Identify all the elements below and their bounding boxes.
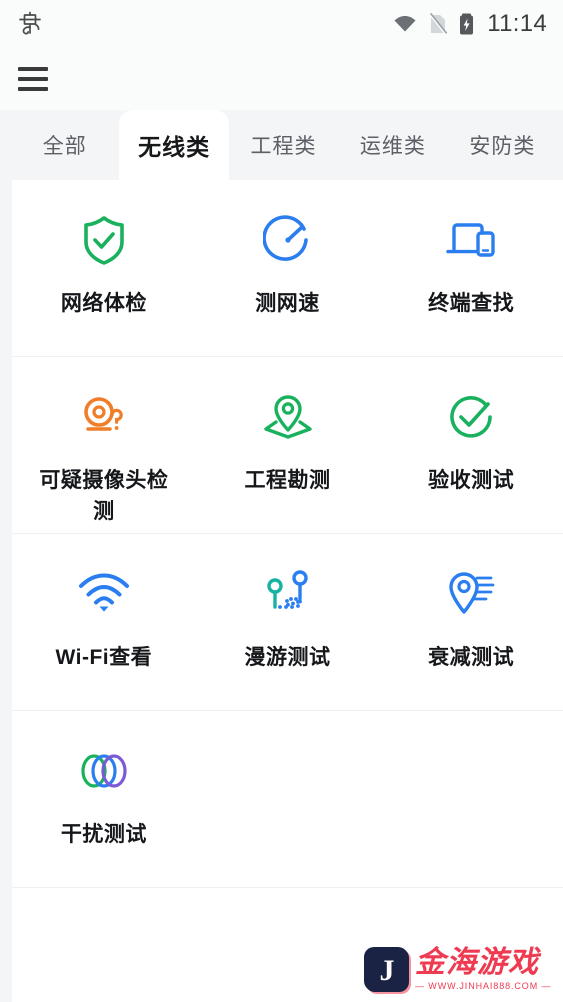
feature-label: 终端查找 <box>428 292 515 315</box>
grid-row: Wi-Fi查看 漫游测试 衰减测试 <box>12 534 563 711</box>
sim-card-off-icon <box>429 12 448 35</box>
roaming-pins-icon <box>260 568 316 620</box>
feature-label: 衰减测试 <box>428 646 515 669</box>
feature-label: 漫游测试 <box>244 646 331 669</box>
app-bar <box>0 48 563 110</box>
feature-roaming-test[interactable]: 漫游测试 <box>196 534 380 710</box>
tab-all[interactable]: 全部 <box>10 110 119 180</box>
status-time: 11:14 <box>487 10 547 37</box>
grid-row: 干扰测试 <box>12 711 563 888</box>
feature-label: 干扰测试 <box>60 823 147 846</box>
grid-row: 网络体检 测网速 终端查找 <box>12 180 563 357</box>
bug-glyph-icon <box>19 11 41 35</box>
grid-row: 可疑摄像头检测 工程勘测 验收测试 <box>12 357 563 534</box>
three-rings-icon <box>76 745 132 797</box>
feature-network-checkup[interactable]: 网络体检 <box>12 180 196 356</box>
watermark-url: — WWW.JINHAI888.COM — <box>415 981 552 991</box>
pin-attenuation-icon <box>443 568 499 620</box>
status-bar: 11:14 <box>0 0 563 48</box>
feature-engineering-survey[interactable]: 工程勘测 <box>196 357 380 533</box>
feature-label: 网络体检 <box>60 292 147 315</box>
phone-screen: 11:14 全部 无线类 工程类 运维类 安防类 网络体检 测网速 终端查找 可… <box>0 0 563 1002</box>
hamburger-menu-icon[interactable] <box>18 67 48 91</box>
grid-cell-empty <box>379 711 563 887</box>
tab-operations[interactable]: 运维类 <box>338 110 447 180</box>
circle-check-icon <box>443 391 499 443</box>
category-tabbar: 全部 无线类 工程类 运维类 安防类 <box>0 110 563 180</box>
wifi-signal-icon <box>76 568 132 620</box>
laptop-phone-icon <box>443 214 499 266</box>
feature-acceptance-test[interactable]: 验收测试 <box>379 357 563 533</box>
watermark-logo-icon: J <box>361 944 411 994</box>
feature-speed-test[interactable]: 测网速 <box>196 180 380 356</box>
wifi-icon <box>394 16 416 32</box>
feature-wifi-view[interactable]: Wi-Fi查看 <box>12 534 196 710</box>
hamburger-line-1 <box>18 67 48 71</box>
feature-label: 验收测试 <box>428 469 515 492</box>
status-icons: 11:14 <box>392 10 547 38</box>
feature-label: 工程勘测 <box>244 469 331 492</box>
watermark: J 金海游戏 — WWW.JINHAI888.COM — <box>361 940 557 998</box>
feature-interference-test[interactable]: 干扰测试 <box>12 711 196 887</box>
watermark-text: 金海游戏 — WWW.JINHAI888.COM — <box>415 946 552 992</box>
grid-cell-empty <box>196 711 380 887</box>
status-left-glyph <box>16 10 44 38</box>
svg-text:J: J <box>380 954 395 987</box>
tab-security[interactable]: 安防类 <box>448 110 557 180</box>
hamburger-line-2 <box>18 77 48 81</box>
feature-attenuation-test[interactable]: 衰减测试 <box>379 534 563 710</box>
speedometer-icon <box>260 214 316 266</box>
feature-label: Wi-Fi查看 <box>55 646 153 669</box>
tab-engineering[interactable]: 工程类 <box>229 110 338 180</box>
shield-check-icon <box>76 214 132 266</box>
battery-charging-icon <box>460 13 474 35</box>
watermark-title: 金海游戏 <box>415 946 539 979</box>
feature-grid: 网络体检 测网速 终端查找 可疑摄像头检测 工程勘测 验收测试 Wi-Fi查看 … <box>0 180 563 1002</box>
tab-wireless[interactable]: 无线类 <box>119 110 229 180</box>
hamburger-line-3 <box>18 87 48 91</box>
map-pin-plane-icon <box>260 391 316 443</box>
camera-question-icon <box>76 391 132 443</box>
feature-label: 可疑摄像头检测 <box>39 469 169 523</box>
feature-suspicious-camera-detect[interactable]: 可疑摄像头检测 <box>12 357 196 533</box>
feature-label: 测网速 <box>255 292 320 315</box>
feature-terminal-find[interactable]: 终端查找 <box>379 180 563 356</box>
